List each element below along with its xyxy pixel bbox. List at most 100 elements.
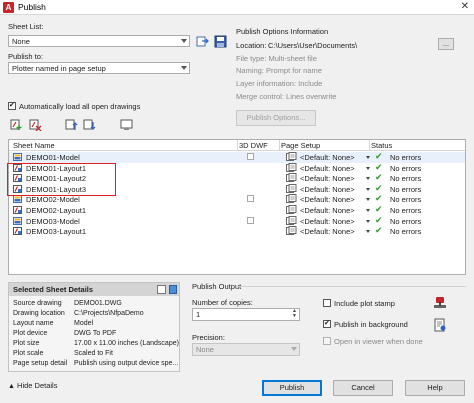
sheet-list-select[interactable]: None <box>8 35 190 47</box>
page-setup-value[interactable]: <Default: None> <box>300 174 355 183</box>
background-settings-button[interactable] <box>432 317 446 332</box>
table-row[interactable]: DEMO02-Layout1 <Default: None> ✔ No errors <box>9 204 465 216</box>
copies-value: 1 <box>196 310 201 319</box>
load-sheet-list-button[interactable] <box>195 34 209 47</box>
browse-location-button[interactable]: ... <box>438 38 454 50</box>
status-text: No errors <box>390 163 422 173</box>
chevron-down-icon[interactable] <box>366 177 370 181</box>
selection-highlight-box <box>7 163 116 196</box>
publish-background-checkbox[interactable] <box>323 319 331 328</box>
chevron-down-icon[interactable] <box>366 219 370 223</box>
check-icon: ✔ <box>375 204 383 214</box>
remove-sheets-button[interactable] <box>28 117 42 132</box>
window-title: Publish <box>18 2 46 12</box>
details-info-icon[interactable] <box>169 285 177 294</box>
save-sheet-list-button[interactable] <box>213 34 227 48</box>
chevron-down-icon <box>291 347 297 351</box>
3d-dwf-checkbox[interactable] <box>247 195 254 203</box>
page-setup-value[interactable]: <Default: None> <box>300 227 355 236</box>
details-header: Selected Sheet Details <box>9 283 179 296</box>
page-setup-icon <box>286 152 297 161</box>
header-3d-dwf[interactable]: 3D DWF <box>239 141 268 150</box>
check-icon: ✔ <box>375 151 383 161</box>
preview-button[interactable] <box>119 117 133 130</box>
load-sheet-list-icon <box>196 36 209 47</box>
detail-value: DEMO01.DWG <box>74 300 122 307</box>
status-text: No errors <box>390 195 422 205</box>
status-text: No errors <box>390 153 422 162</box>
plot-stamp-settings-button[interactable] <box>432 295 446 309</box>
3d-dwf-checkbox[interactable] <box>247 216 254 224</box>
detail-label: Drawing location <box>13 310 65 317</box>
help-button[interactable]: Help <box>405 380 465 396</box>
copy-details-icon[interactable] <box>157 285 166 294</box>
page-setup-icon <box>286 194 297 204</box>
check-icon: ✔ <box>375 214 383 225</box>
model-sheet-icon <box>13 195 22 204</box>
chevron-down-icon[interactable] <box>366 209 370 212</box>
selected-sheet-details: Selected Sheet Details Source drawing DEM… <box>8 282 180 372</box>
detail-label: Plot device <box>13 330 48 337</box>
cancel-button[interactable]: Cancel <box>333 380 393 396</box>
layer-info: Layer information: Include <box>236 79 323 88</box>
status-text: No errors <box>390 174 422 184</box>
publish-to-label: Publish to: <box>8 52 44 61</box>
move-up-icon <box>65 119 78 130</box>
details-title: Selected Sheet Details <box>13 285 94 294</box>
chevron-down-icon[interactable] <box>366 187 370 191</box>
sheet-list-label: Sheet List: <box>8 22 44 31</box>
page-setup-value[interactable]: <Default: None> <box>300 217 355 226</box>
sheet-name: DEMO01-Model <box>26 153 80 162</box>
document-settings-icon <box>434 318 446 332</box>
copies-label: Number of copies: <box>192 298 253 307</box>
chevron-down-icon[interactable] <box>366 230 370 234</box>
auto-load-checkbox[interactable] <box>8 101 16 110</box>
plot-stamp-checkbox[interactable] <box>323 299 331 307</box>
detail-value: Scaled to Fit <box>74 350 113 357</box>
table-row[interactable]: DEMO03-Layout1 <Default: None> ✔ No errors <box>9 225 465 237</box>
sheet-name: DEMO02-Model <box>26 195 80 205</box>
spinner-arrows-icon[interactable]: ▲ ▼ <box>292 309 297 319</box>
floppy-save-icon <box>214 35 227 48</box>
page-setup-value[interactable]: <Default: None> <box>300 164 355 173</box>
open-viewer-checkbox[interactable] <box>323 337 331 345</box>
publish-button[interactable]: Publish <box>262 380 322 396</box>
detail-value: 17.00 x 11.00 inches (Landscape) <box>74 340 179 347</box>
close-icon[interactable]: ✕ <box>461 1 469 13</box>
check-icon: ✔ <box>375 172 383 183</box>
table-row[interactable]: DEMO03-Model <Default: None> ✔ No errors <box>9 214 465 227</box>
header-sheet-name[interactable]: Sheet Name <box>13 141 55 150</box>
table-header: Sheet Name 3D DWF Page Setup Status <box>9 140 465 151</box>
header-status[interactable]: Status <box>371 141 392 150</box>
check-icon: ✔ <box>375 193 383 204</box>
add-sheets-button[interactable] <box>9 117 22 130</box>
hide-details-link[interactable]: ▲ Hide Details <box>8 381 57 390</box>
status-text: No errors <box>390 206 422 215</box>
options-info-title: Publish Options Information <box>236 27 329 36</box>
publish-to-value: Plotter named in page setup <box>12 64 106 73</box>
precision-select[interactable]: None <box>192 343 300 356</box>
open-viewer-label: Open in viewer when done <box>334 337 423 346</box>
sheet-table: Sheet Name 3D DWF Page Setup Status DEMO… <box>8 139 466 275</box>
remove-sheets-icon <box>29 119 42 132</box>
chevron-down-icon[interactable] <box>366 156 370 159</box>
publish-options-button[interactable]: Publish Options... <box>236 110 316 126</box>
chevron-down-icon[interactable] <box>366 198 370 202</box>
move-sheet-up-button[interactable] <box>64 117 78 130</box>
page-setup-value[interactable]: <Default: None> <box>300 206 355 215</box>
table-row[interactable]: DEMO01-Model <Default: None> ✔ No errors <box>9 151 465 163</box>
chevron-down-icon[interactable] <box>366 166 370 170</box>
status-text: No errors <box>390 216 422 226</box>
3d-dwf-checkbox[interactable] <box>247 153 254 160</box>
move-sheet-down-button[interactable] <box>82 117 96 130</box>
page-setup-icon <box>286 205 297 214</box>
copies-spinner[interactable]: 1 ▲ ▼ <box>192 308 300 321</box>
page-setup-value[interactable]: <Default: None> <box>300 195 355 204</box>
location-value: C:\Users\User\Documents\ <box>268 41 358 50</box>
status-text: No errors <box>390 227 422 237</box>
sheet-name: DEMO03-Model <box>26 216 80 226</box>
page-setup-value[interactable]: <Default: None> <box>300 185 355 194</box>
header-page-setup[interactable]: Page Setup <box>281 141 320 150</box>
publish-to-select[interactable]: Plotter named in page setup <box>8 62 190 74</box>
page-setup-value[interactable]: <Default: None> <box>300 153 355 162</box>
